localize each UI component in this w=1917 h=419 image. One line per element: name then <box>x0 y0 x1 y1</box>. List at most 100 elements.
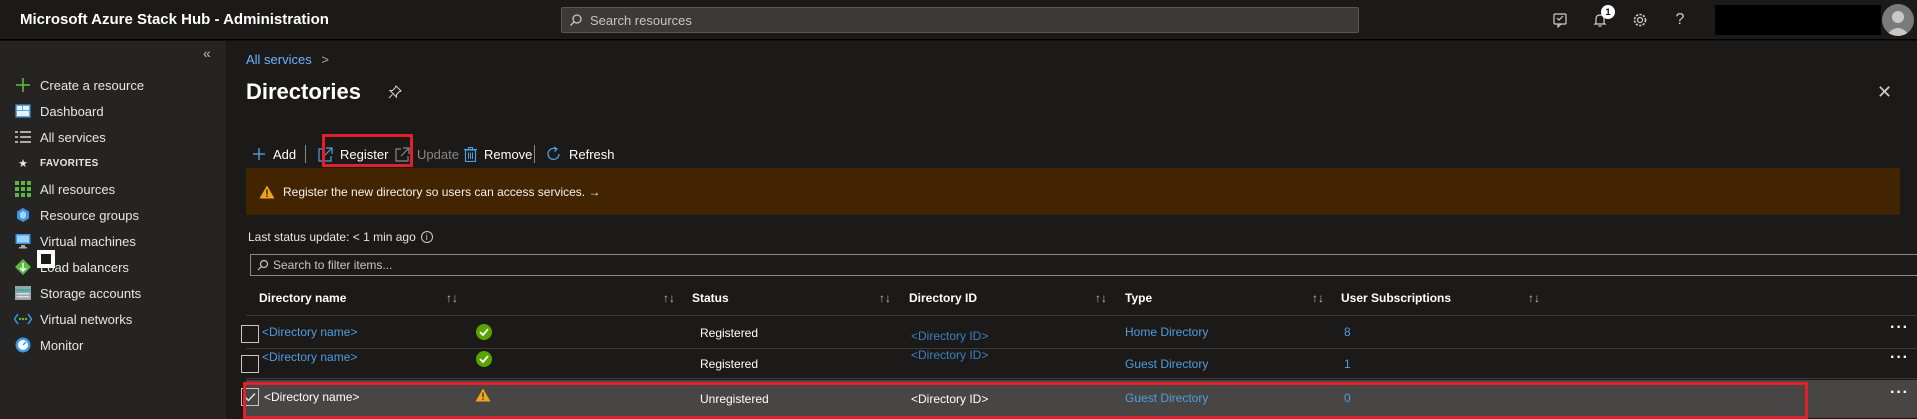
sidebar-item-create-resource[interactable]: Create a resource <box>14 72 219 98</box>
pin-icon[interactable] <box>388 85 402 102</box>
refresh-label: Refresh <box>569 146 615 162</box>
sidebar-item-monitor[interactable]: Monitor <box>14 332 219 358</box>
subscriptions-link[interactable]: 1 <box>1344 357 1351 371</box>
search-icon <box>569 13 583 27</box>
refresh-icon <box>546 146 562 162</box>
sidebar: « Create a resource Dashboard All servic… <box>0 41 226 419</box>
monitor-icon <box>14 232 32 250</box>
update-label: Update <box>417 146 459 162</box>
status-line: Last status update: < 1 min ago i <box>248 230 433 244</box>
type-link[interactable]: Guest Directory <box>1125 357 1208 371</box>
feedback-icon[interactable] <box>1548 8 1572 32</box>
sidebar-item-all-services[interactable]: All services <box>14 124 219 150</box>
sidebar-item-label: Virtual machines <box>40 233 136 249</box>
star-icon: ★ <box>18 157 28 170</box>
table-row[interactable]: <Directory name> Registered <Directory I… <box>241 348 1917 379</box>
select-all-checkbox[interactable] <box>37 250 55 268</box>
warning-banner[interactable]: Register the new directory so users can … <box>246 168 1900 215</box>
remove-button[interactable]: Remove <box>464 141 532 167</box>
column-directory-name[interactable]: Directory name <box>259 291 346 305</box>
directory-name-link[interactable]: <Directory name> <box>262 325 357 339</box>
search-input[interactable] <box>590 11 1330 29</box>
filter-input[interactable] <box>273 257 1773 273</box>
sort-icon[interactable]: ↑↓ <box>1312 291 1324 305</box>
plus-icon <box>252 147 266 161</box>
sort-icon[interactable]: ↑↓ <box>879 291 891 305</box>
breadcrumb-separator: > <box>321 52 329 67</box>
bell-icon[interactable]: 1 <box>1588 5 1615 32</box>
page-title: Directories <box>246 79 361 104</box>
directory-id-cell[interactable]: <Directory ID> <box>911 348 988 362</box>
sidebar-item-all-resources[interactable]: All resources <box>14 176 219 202</box>
sidebar-item-label: Resource groups <box>40 207 139 223</box>
table-row[interactable]: <Directory name> Registered <Directory I… <box>241 317 1917 349</box>
account-name[interactable] <box>1715 5 1881 35</box>
sidebar-item-resource-groups[interactable]: Resource groups <box>14 202 219 228</box>
warning-icon <box>259 185 275 199</box>
sidebar-item-label: All resources <box>40 181 116 197</box>
sidebar-item-label: All services <box>40 129 106 145</box>
sort-icon[interactable]: ↑↓ <box>663 291 675 305</box>
global-search[interactable] <box>561 7 1359 33</box>
column-status[interactable]: Status <box>692 291 729 305</box>
add-button[interactable]: Add <box>252 141 296 167</box>
sidebar-item-label: Create a resource <box>40 77 145 93</box>
breadcrumb-all-services[interactable]: All services <box>246 52 312 67</box>
directory-name-link[interactable]: <Directory name> <box>262 350 357 364</box>
info-icon[interactable]: i <box>420 231 433 243</box>
top-bar: Microsoft Azure Stack Hub - Administrati… <box>0 0 1917 40</box>
selected-row-highlight <box>243 382 1808 419</box>
checkbox-indeterminate <box>41 254 51 264</box>
filter-box[interactable] <box>250 254 1917 276</box>
warning-text: Register the new directory so users can … <box>283 184 601 199</box>
subscriptions-link[interactable]: 8 <box>1344 325 1351 339</box>
row-checkbox[interactable] <box>241 355 259 373</box>
status-text: Last status update: < 1 min ago <box>248 230 416 244</box>
diamond-icon <box>14 258 32 276</box>
column-user-subscriptions[interactable]: User Subscriptions <box>1341 291 1451 305</box>
sort-icon[interactable]: ↑↓ <box>1095 291 1107 305</box>
sidebar-item-storage-accounts[interactable]: Storage accounts <box>14 280 219 306</box>
toolbar-divider <box>534 145 535 163</box>
gauge-icon <box>14 336 32 354</box>
sidebar-item-label: Virtual networks <box>40 311 133 327</box>
collapse-sidebar-button[interactable]: « <box>203 45 211 61</box>
sort-icon[interactable]: ↑↓ <box>446 291 458 305</box>
column-type[interactable]: Type <box>1125 291 1152 305</box>
status-cell: Registered <box>700 326 759 340</box>
network-icon <box>14 310 32 328</box>
close-button[interactable]: ✕ <box>1877 82 1892 103</box>
sidebar-item-dashboard[interactable]: Dashboard <box>14 98 219 124</box>
row-checkbox[interactable] <box>241 325 259 343</box>
row-more-button[interactable]: ··· <box>1890 349 1909 367</box>
type-link[interactable]: Home Directory <box>1125 325 1208 339</box>
trash-icon <box>464 146 477 162</box>
plus-icon <box>14 76 32 94</box>
favorites-header: ★ FAVORITES <box>14 150 219 176</box>
status-cell: Registered <box>700 357 759 371</box>
directory-id-cell[interactable]: <Directory ID> <box>911 329 988 343</box>
sidebar-item-label: Monitor <box>40 337 84 353</box>
sidebar-item-label: Storage accounts <box>40 285 142 301</box>
gear-icon[interactable] <box>1628 8 1652 32</box>
grid-icon <box>14 180 32 198</box>
row-more-button[interactable]: ··· <box>1890 319 1909 337</box>
column-directory-id[interactable]: Directory ID <box>909 291 977 305</box>
favorites-label: FAVORITES <box>40 157 99 169</box>
main-content: All services > Directories ✕ Add Registe… <box>226 41 1917 419</box>
avatar[interactable] <box>1882 4 1914 36</box>
help-icon[interactable]: ? <box>1668 8 1692 32</box>
dashboard-icon <box>14 102 32 120</box>
sidebar-item-virtual-networks[interactable]: Virtual networks <box>14 306 219 332</box>
row-more-button[interactable]: ··· <box>1890 384 1909 402</box>
breadcrumb: All services > <box>246 52 329 67</box>
app-title[interactable]: Microsoft Azure Stack Hub - Administrati… <box>20 11 329 28</box>
register-highlight <box>322 134 413 167</box>
check-circle-icon <box>476 324 492 340</box>
cube-icon <box>14 206 32 224</box>
notification-badge: 1 <box>1601 5 1615 19</box>
refresh-button[interactable]: Refresh <box>546 141 615 167</box>
storage-icon <box>14 284 32 302</box>
check-circle-icon <box>476 351 492 367</box>
sort-icon[interactable]: ↑↓ <box>1528 291 1540 305</box>
